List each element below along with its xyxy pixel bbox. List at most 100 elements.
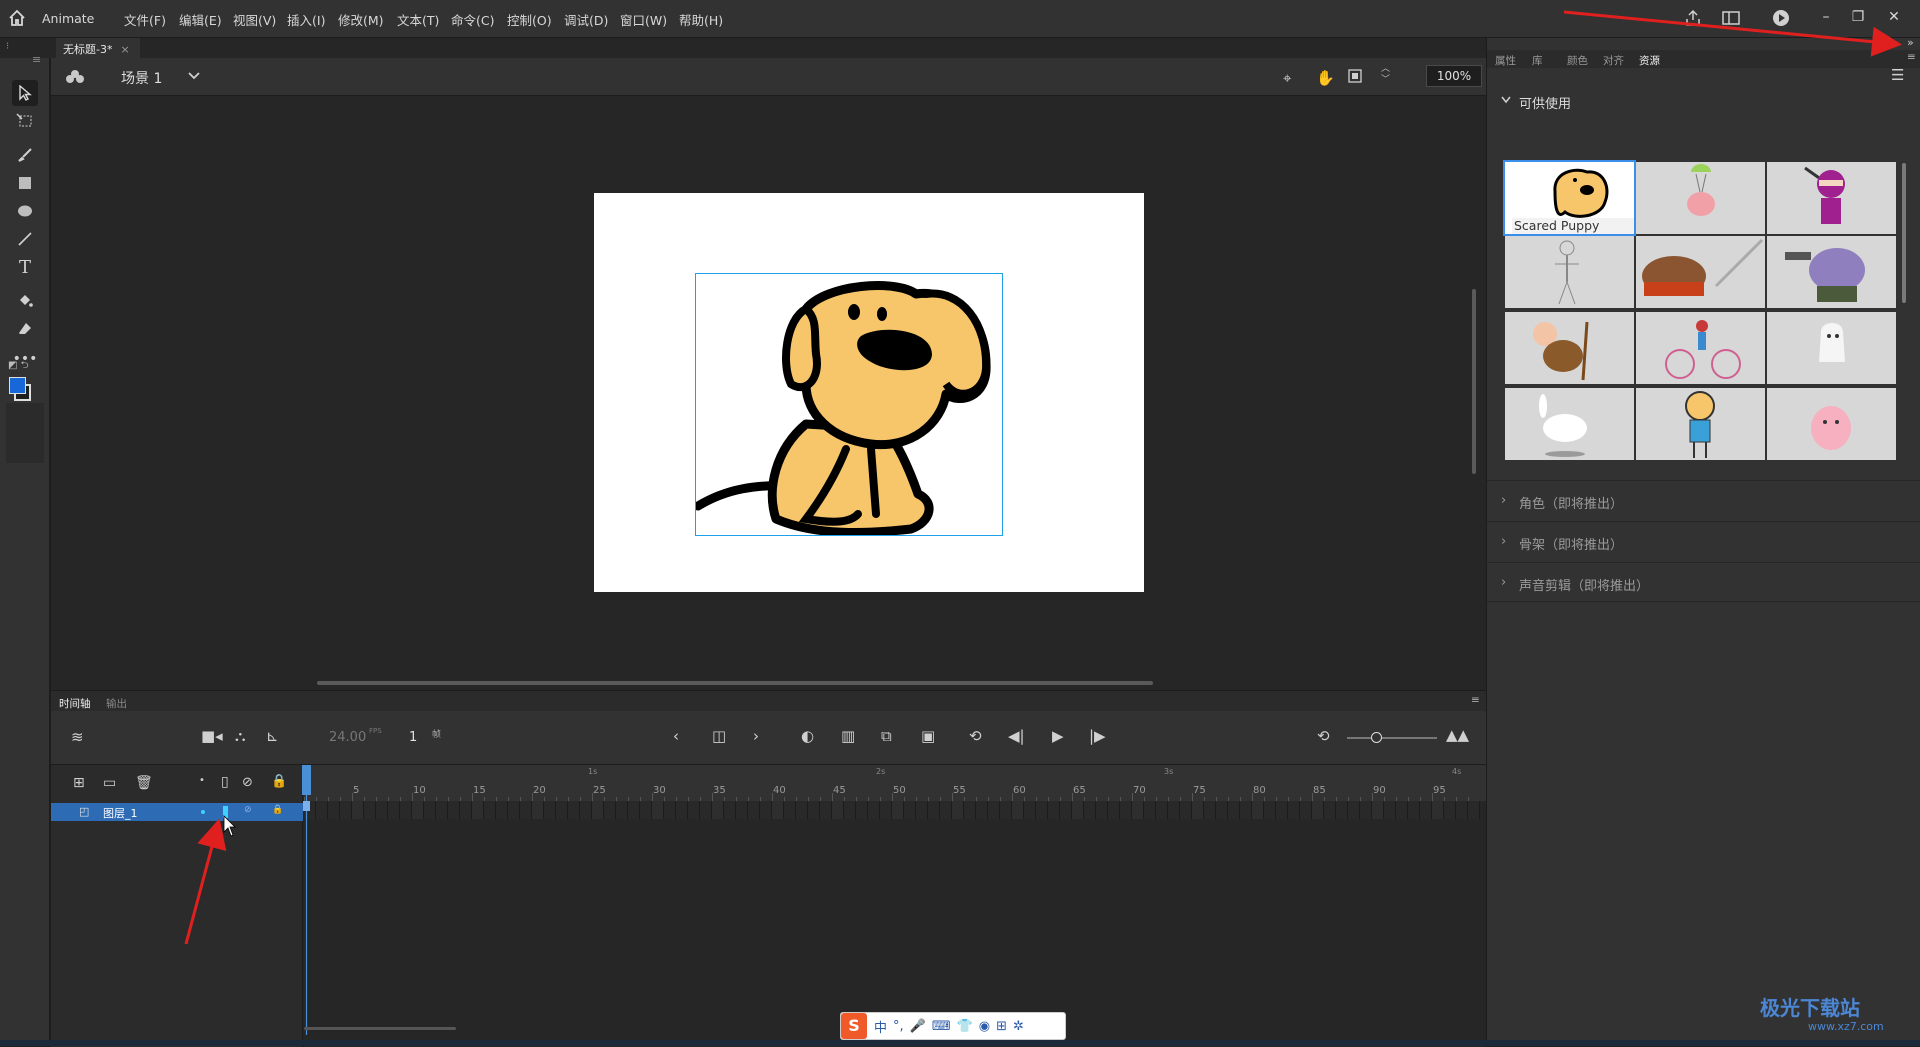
frame-cell[interactable] xyxy=(472,801,484,819)
section-sound-clips[interactable]: › 声音剪辑（即将推出） xyxy=(1487,562,1920,602)
frame-cell[interactable] xyxy=(1084,801,1096,819)
ime-punctuation-icon[interactable]: °, xyxy=(893,1019,904,1034)
frame-cell[interactable] xyxy=(940,801,952,819)
frame-cell[interactable] xyxy=(796,801,808,819)
ime-skin-icon[interactable]: 👕 xyxy=(957,1019,973,1034)
oval-tool-icon[interactable] xyxy=(12,198,38,224)
asset-thumb-parachute-pig[interactable] xyxy=(1636,162,1765,234)
frame-cell[interactable] xyxy=(1360,801,1372,819)
section-available-title[interactable]: 可供使用 xyxy=(1519,93,1571,112)
brush-tool-icon[interactable] xyxy=(12,142,38,168)
mountain-zoom-icon[interactable]: ▲▲ xyxy=(1446,726,1469,744)
frame-cell[interactable] xyxy=(556,801,568,819)
layer-outline-toggle[interactable] xyxy=(223,806,228,818)
ime-settings-icon[interactable]: ✲ xyxy=(1013,1019,1024,1034)
frame-cell[interactable] xyxy=(460,801,472,819)
frame-cell[interactable] xyxy=(436,801,448,819)
frame-cell[interactable] xyxy=(1276,801,1288,819)
frame-cell[interactable] xyxy=(1264,801,1276,819)
puppy-symbol-instance[interactable] xyxy=(695,273,1003,536)
menu-text[interactable]: 文本(T) xyxy=(397,10,439,29)
frame-cell[interactable] xyxy=(448,801,460,819)
section-characters-chevron-right-icon[interactable]: › xyxy=(1501,493,1506,508)
frame-cell[interactable] xyxy=(1228,801,1240,819)
frame-cell[interactable] xyxy=(844,801,856,819)
stage-horizontal-scrollbar[interactable] xyxy=(317,681,1153,685)
frame-cell[interactable] xyxy=(676,801,688,819)
frame-cell[interactable] xyxy=(1024,801,1036,819)
layer-lock-icon[interactable]: 🔒 xyxy=(272,805,283,815)
frame-cell[interactable] xyxy=(868,801,880,819)
ime-toolbar[interactable]: S 中 °, 🎤 ⌨ 👕 ◉ ⊞ ✲ xyxy=(840,1012,1066,1040)
asset-thumb-cyclist[interactable] xyxy=(1636,312,1765,384)
frame-cell[interactable] xyxy=(592,801,604,819)
frame-cell[interactable] xyxy=(628,801,640,819)
frame-cell[interactable] xyxy=(1252,801,1264,819)
onion-skin-outline-icon[interactable]: ▥ xyxy=(841,727,855,745)
zoom-input[interactable]: 100% xyxy=(1426,65,1482,87)
menu-file[interactable]: 文件(F) xyxy=(124,10,166,29)
frame-cell[interactable] xyxy=(1192,801,1204,819)
minimize-icon[interactable]: – xyxy=(1815,8,1837,26)
asset-thumb-rabbit[interactable] xyxy=(1505,388,1634,460)
frame-cell[interactable] xyxy=(784,801,796,819)
frame-cell[interactable] xyxy=(1288,801,1300,819)
ime-keyboard-icon[interactable]: ⌨ xyxy=(932,1019,951,1034)
frame-cell[interactable] xyxy=(316,801,328,819)
step-back-icon[interactable]: ◀| xyxy=(1008,727,1025,745)
section-available-chevron-down-icon[interactable] xyxy=(1501,96,1511,104)
frame-cell[interactable] xyxy=(1204,801,1216,819)
frame-cell[interactable] xyxy=(904,801,916,819)
frame-cell[interactable] xyxy=(976,801,988,819)
next-keyframe-icon[interactable]: › xyxy=(753,727,759,745)
tab-output[interactable]: 输出 xyxy=(106,696,127,711)
section-sound-chevron-right-icon[interactable]: › xyxy=(1501,575,1506,590)
current-frame-value[interactable]: 1 xyxy=(409,730,417,745)
tab-close-icon[interactable]: × xyxy=(120,43,129,56)
selection-tool-icon[interactable] xyxy=(12,80,38,106)
frame-cell[interactable] xyxy=(1036,801,1048,819)
frame-cell[interactable] xyxy=(364,801,376,819)
restore-icon[interactable]: ❐ xyxy=(1847,8,1869,26)
test-movie-icon[interactable] xyxy=(1772,9,1790,27)
frame-cell[interactable] xyxy=(700,801,712,819)
undo-scale-icon[interactable]: ⟲ xyxy=(1317,727,1330,745)
ime-game-icon[interactable]: ◉ xyxy=(979,1019,990,1034)
frame-cell[interactable] xyxy=(1000,801,1012,819)
frame-cell[interactable] xyxy=(352,801,364,819)
highlight-layers-icon[interactable]: • xyxy=(199,775,205,786)
asset-thumb-pig[interactable] xyxy=(1767,388,1896,460)
menu-control[interactable]: 控制(O) xyxy=(507,10,552,29)
frame-cell[interactable] xyxy=(1324,801,1336,819)
frame-cell[interactable] xyxy=(532,801,544,819)
frame-cell[interactable] xyxy=(1408,801,1420,819)
frame-cell[interactable] xyxy=(340,801,352,819)
frame-cell[interactable] xyxy=(1444,801,1456,819)
frame-cell[interactable] xyxy=(1144,801,1156,819)
asset-thumb-old-man-cane[interactable] xyxy=(1505,312,1634,384)
frame-cell[interactable] xyxy=(1132,801,1144,819)
scene-label[interactable]: 场景 1 xyxy=(121,68,162,88)
frame-cell[interactable] xyxy=(1300,801,1312,819)
frame-scale-slider[interactable] xyxy=(1347,732,1437,743)
menu-window[interactable]: 窗口(W) xyxy=(620,10,667,29)
frame-cell[interactable] xyxy=(496,801,508,819)
menu-help[interactable]: 帮助(H) xyxy=(679,10,723,29)
frame-cell[interactable] xyxy=(832,801,844,819)
frame-cell[interactable] xyxy=(736,801,748,819)
delete-layer-icon[interactable]: 🗑 xyxy=(135,775,153,791)
frame-cell[interactable] xyxy=(1072,801,1084,819)
document-tab[interactable]: 无标题-3* × xyxy=(56,38,140,58)
frame-cell[interactable] xyxy=(580,801,592,819)
ime-language[interactable]: 中 xyxy=(874,1017,887,1036)
collapse-panels-icon[interactable]: » xyxy=(1907,36,1914,49)
frame-cell[interactable] xyxy=(508,801,520,819)
panel-menu-icon[interactable]: ≡ xyxy=(32,53,41,66)
layer-name[interactable]: 图层_1 xyxy=(103,805,138,821)
frame-cell[interactable] xyxy=(1012,801,1024,819)
frame-cell[interactable] xyxy=(1432,801,1444,819)
panel-grip-icon[interactable]: ⁝ xyxy=(6,41,9,52)
ime-voice-icon[interactable]: 🎤 xyxy=(910,1019,926,1034)
frame-cell[interactable] xyxy=(1336,801,1348,819)
asset-thumb-warrior-dog[interactable] xyxy=(1636,236,1765,308)
